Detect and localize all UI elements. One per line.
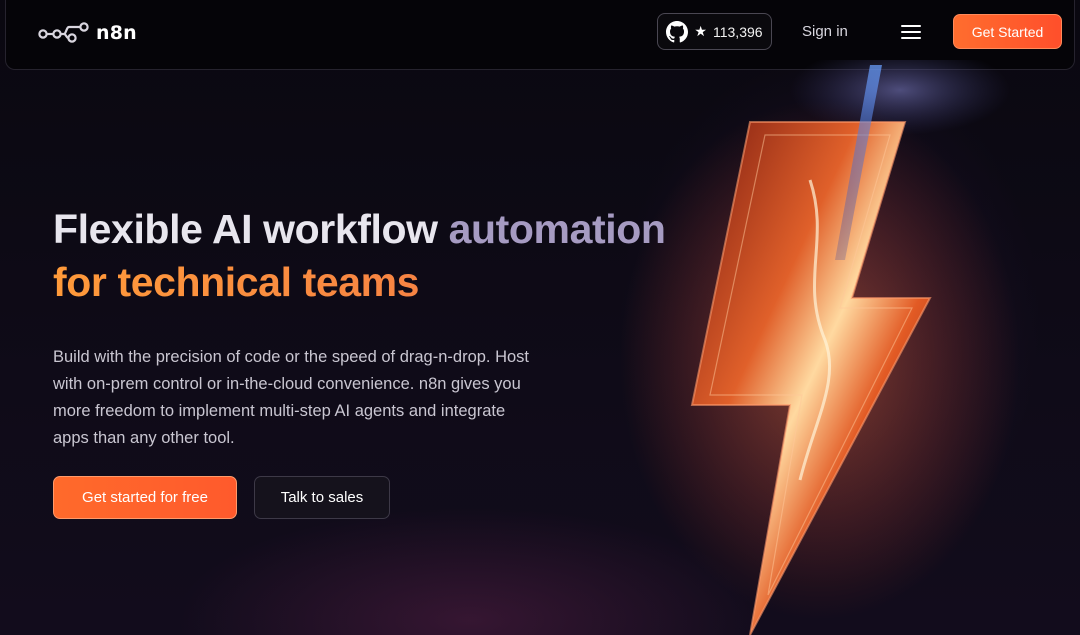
n8n-logo[interactable]: n8n <box>38 19 137 47</box>
github-stars-button[interactable]: ★ 113,396 <box>657 13 772 50</box>
get-started-nav-button[interactable]: Get Started <box>953 14 1062 49</box>
hero-title-part1: Flexible AI workflow <box>53 206 449 252</box>
get-started-free-button[interactable]: Get started for free <box>53 476 237 519</box>
page: n8n ★ 113,396 Sign in Get Started Flexib… <box>0 0 1080 635</box>
logo-text: n8n <box>96 22 137 44</box>
star-icon: ★ <box>694 23 707 39</box>
hero-title-line2: for technical teams <box>53 256 693 309</box>
hero-description: Build with the precision of code or the … <box>53 348 530 447</box>
hero-title-highlight: automation <box>448 206 666 252</box>
github-star-count: 113,396 <box>712 23 763 40</box>
sign-in-link[interactable]: Sign in <box>802 23 848 40</box>
github-icon <box>666 20 689 42</box>
hero-title: Flexible AI workflow automation for tech… <box>53 203 693 309</box>
n8n-logo-icon <box>38 22 89 43</box>
talk-to-sales-button[interactable]: Talk to sales <box>254 476 390 519</box>
hamburger-menu-icon[interactable] <box>901 25 921 39</box>
lightning-bolt-illustration <box>620 60 1020 635</box>
